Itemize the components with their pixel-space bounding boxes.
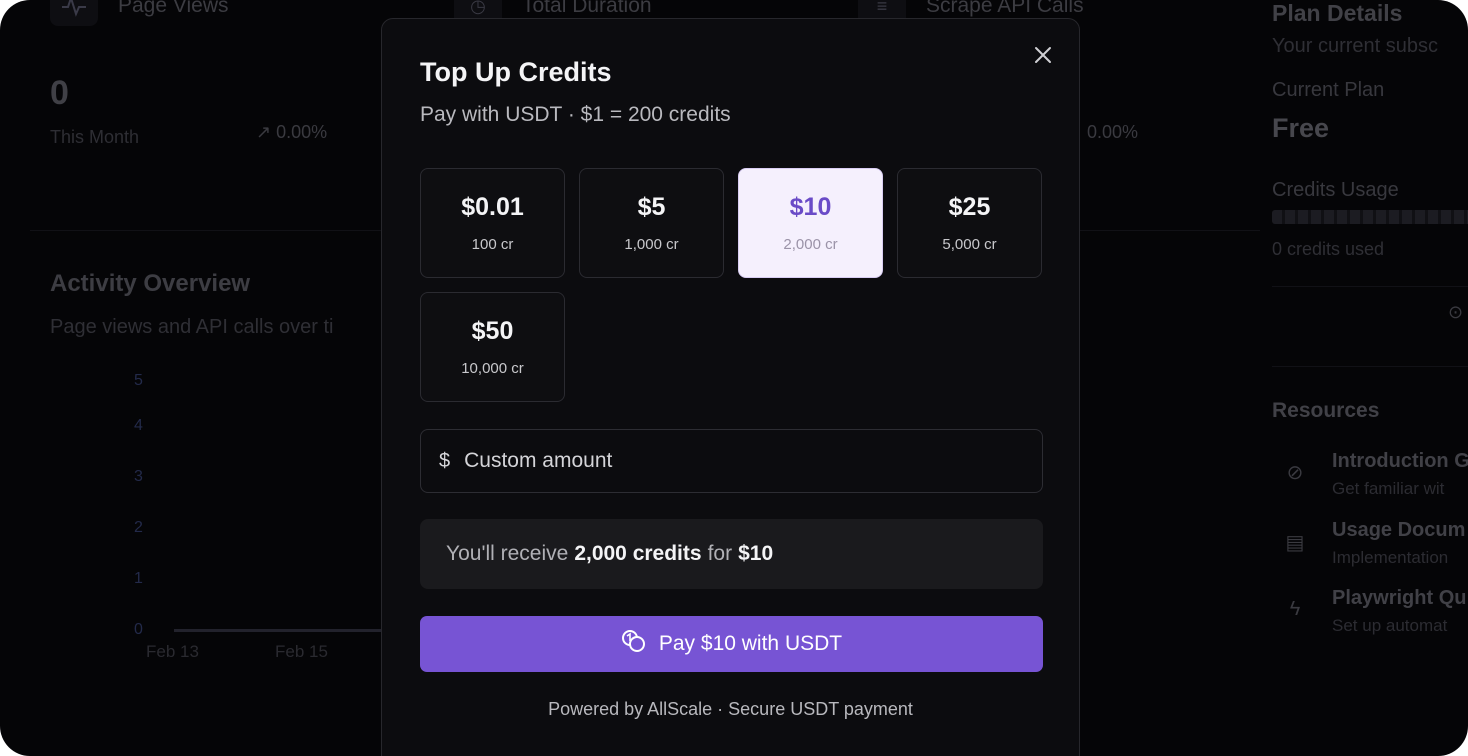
credits-summary: You'll receive 2,000 credits for $10	[420, 519, 1043, 589]
custom-amount-field[interactable]: $	[420, 429, 1043, 493]
y-tick: 4	[134, 417, 143, 434]
option-credits: 100 cr	[471, 236, 514, 253]
option-credits: 2,000 cr	[783, 236, 838, 253]
stat-label: Scrape API Calls	[926, 0, 1084, 17]
summary-credits: 2,000 credits	[574, 542, 702, 565]
y-tick: 2	[134, 519, 143, 536]
x-tick: Feb 15	[275, 642, 328, 661]
dollar-icon: $	[439, 449, 451, 472]
amount-option-0-01[interactable]: $0.01 100 cr	[420, 168, 565, 278]
stat-period: This Month	[50, 127, 140, 147]
trend-up-icon: ↗	[256, 122, 272, 142]
y-tick: 3	[134, 468, 143, 485]
option-price: $5	[637, 193, 666, 221]
close-icon[interactable]	[1032, 45, 1054, 69]
amount-option-5[interactable]: $5 1,000 cr	[579, 168, 724, 278]
credits-used-text: 0 credits used	[1272, 239, 1385, 259]
pay-button[interactable]: Pay $10 with USDT	[420, 616, 1043, 672]
y-tick: 1	[134, 570, 143, 587]
amount-option-10-selected[interactable]: $10 2,000 cr	[738, 168, 883, 278]
option-price: $25	[948, 193, 991, 221]
credits-usage-label: Credits Usage	[1272, 179, 1399, 201]
document-icon: ▤	[1285, 532, 1305, 554]
option-price: $0.01	[461, 193, 524, 221]
activity-icon	[50, 0, 98, 26]
x-tick: Feb 13	[146, 642, 199, 661]
compass-icon: ⊘	[1286, 462, 1304, 484]
powered-by-text: Powered by AllScale · Secure USDT paymen…	[548, 699, 913, 719]
custom-amount-input[interactable]	[462, 448, 1007, 474]
resource-subtitle: Set up automat	[1332, 616, 1448, 635]
resources-title: Resources	[1272, 399, 1380, 422]
option-price: $50	[471, 317, 514, 345]
lightning-icon: ϟ	[1289, 598, 1301, 620]
amount-option-50[interactable]: $50 10,000 cr	[420, 292, 565, 402]
stat-label: Total Duration	[522, 0, 652, 17]
modal-title: Top Up Credits	[420, 57, 612, 87]
modal-subtitle: Pay with USDT · $1 = 200 credits	[420, 103, 731, 126]
resource-title: Introduction G	[1332, 450, 1468, 472]
amount-option-25[interactable]: $25 5,000 cr	[897, 168, 1042, 278]
pay-button-label: Pay $10 with USDT	[658, 632, 843, 655]
stat-change-value: 0.00%	[1087, 122, 1139, 142]
option-price: $10	[789, 193, 832, 221]
y-tick: 0	[134, 621, 143, 638]
stat-change: ↗ 0.00%	[256, 122, 327, 143]
resource-subtitle: Get familiar wit	[1332, 479, 1445, 498]
activity-subtitle: Page views and API calls over ti	[50, 316, 334, 338]
stat-value: 0	[50, 74, 69, 112]
settings-icon[interactable]: ⊙	[1448, 302, 1463, 323]
activity-title: Activity Overview	[50, 270, 251, 297]
stat-label: Page Views	[118, 0, 229, 17]
resource-subtitle: Implementation	[1332, 548, 1449, 567]
y-tick: 5	[134, 372, 143, 389]
current-plan-value: Free	[1272, 113, 1330, 143]
stat-card-page-views-header: Page Views	[50, 0, 229, 26]
coins-icon	[621, 629, 647, 659]
option-credits: 1,000 cr	[624, 236, 679, 253]
summary-amount: $10	[738, 542, 774, 565]
resource-title: Usage Docum	[1332, 519, 1466, 541]
divider	[1272, 286, 1468, 287]
stat-change-value: 0.00%	[276, 122, 328, 142]
option-credits: 10,000 cr	[461, 360, 524, 377]
app-frame: Page Views 0 This Month ↗ 0.00% ◷ Total …	[0, 0, 1468, 756]
chart-baseline	[174, 629, 384, 632]
plan-subtitle: Your current subsc	[1272, 35, 1439, 57]
plan-title: Plan Details	[1272, 0, 1403, 26]
option-credits: 5,000 cr	[942, 236, 997, 253]
summary-prefix: You'll receive	[446, 542, 569, 565]
top-up-credits-modal: Top Up Credits Pay with USDT · $1 = 200 …	[381, 18, 1080, 756]
divider	[1272, 366, 1468, 367]
credits-usage-bar	[1272, 210, 1468, 224]
current-plan-label: Current Plan	[1272, 79, 1385, 101]
summary-middle: for	[707, 542, 733, 565]
resource-title: Playwright Qu	[1332, 587, 1467, 609]
